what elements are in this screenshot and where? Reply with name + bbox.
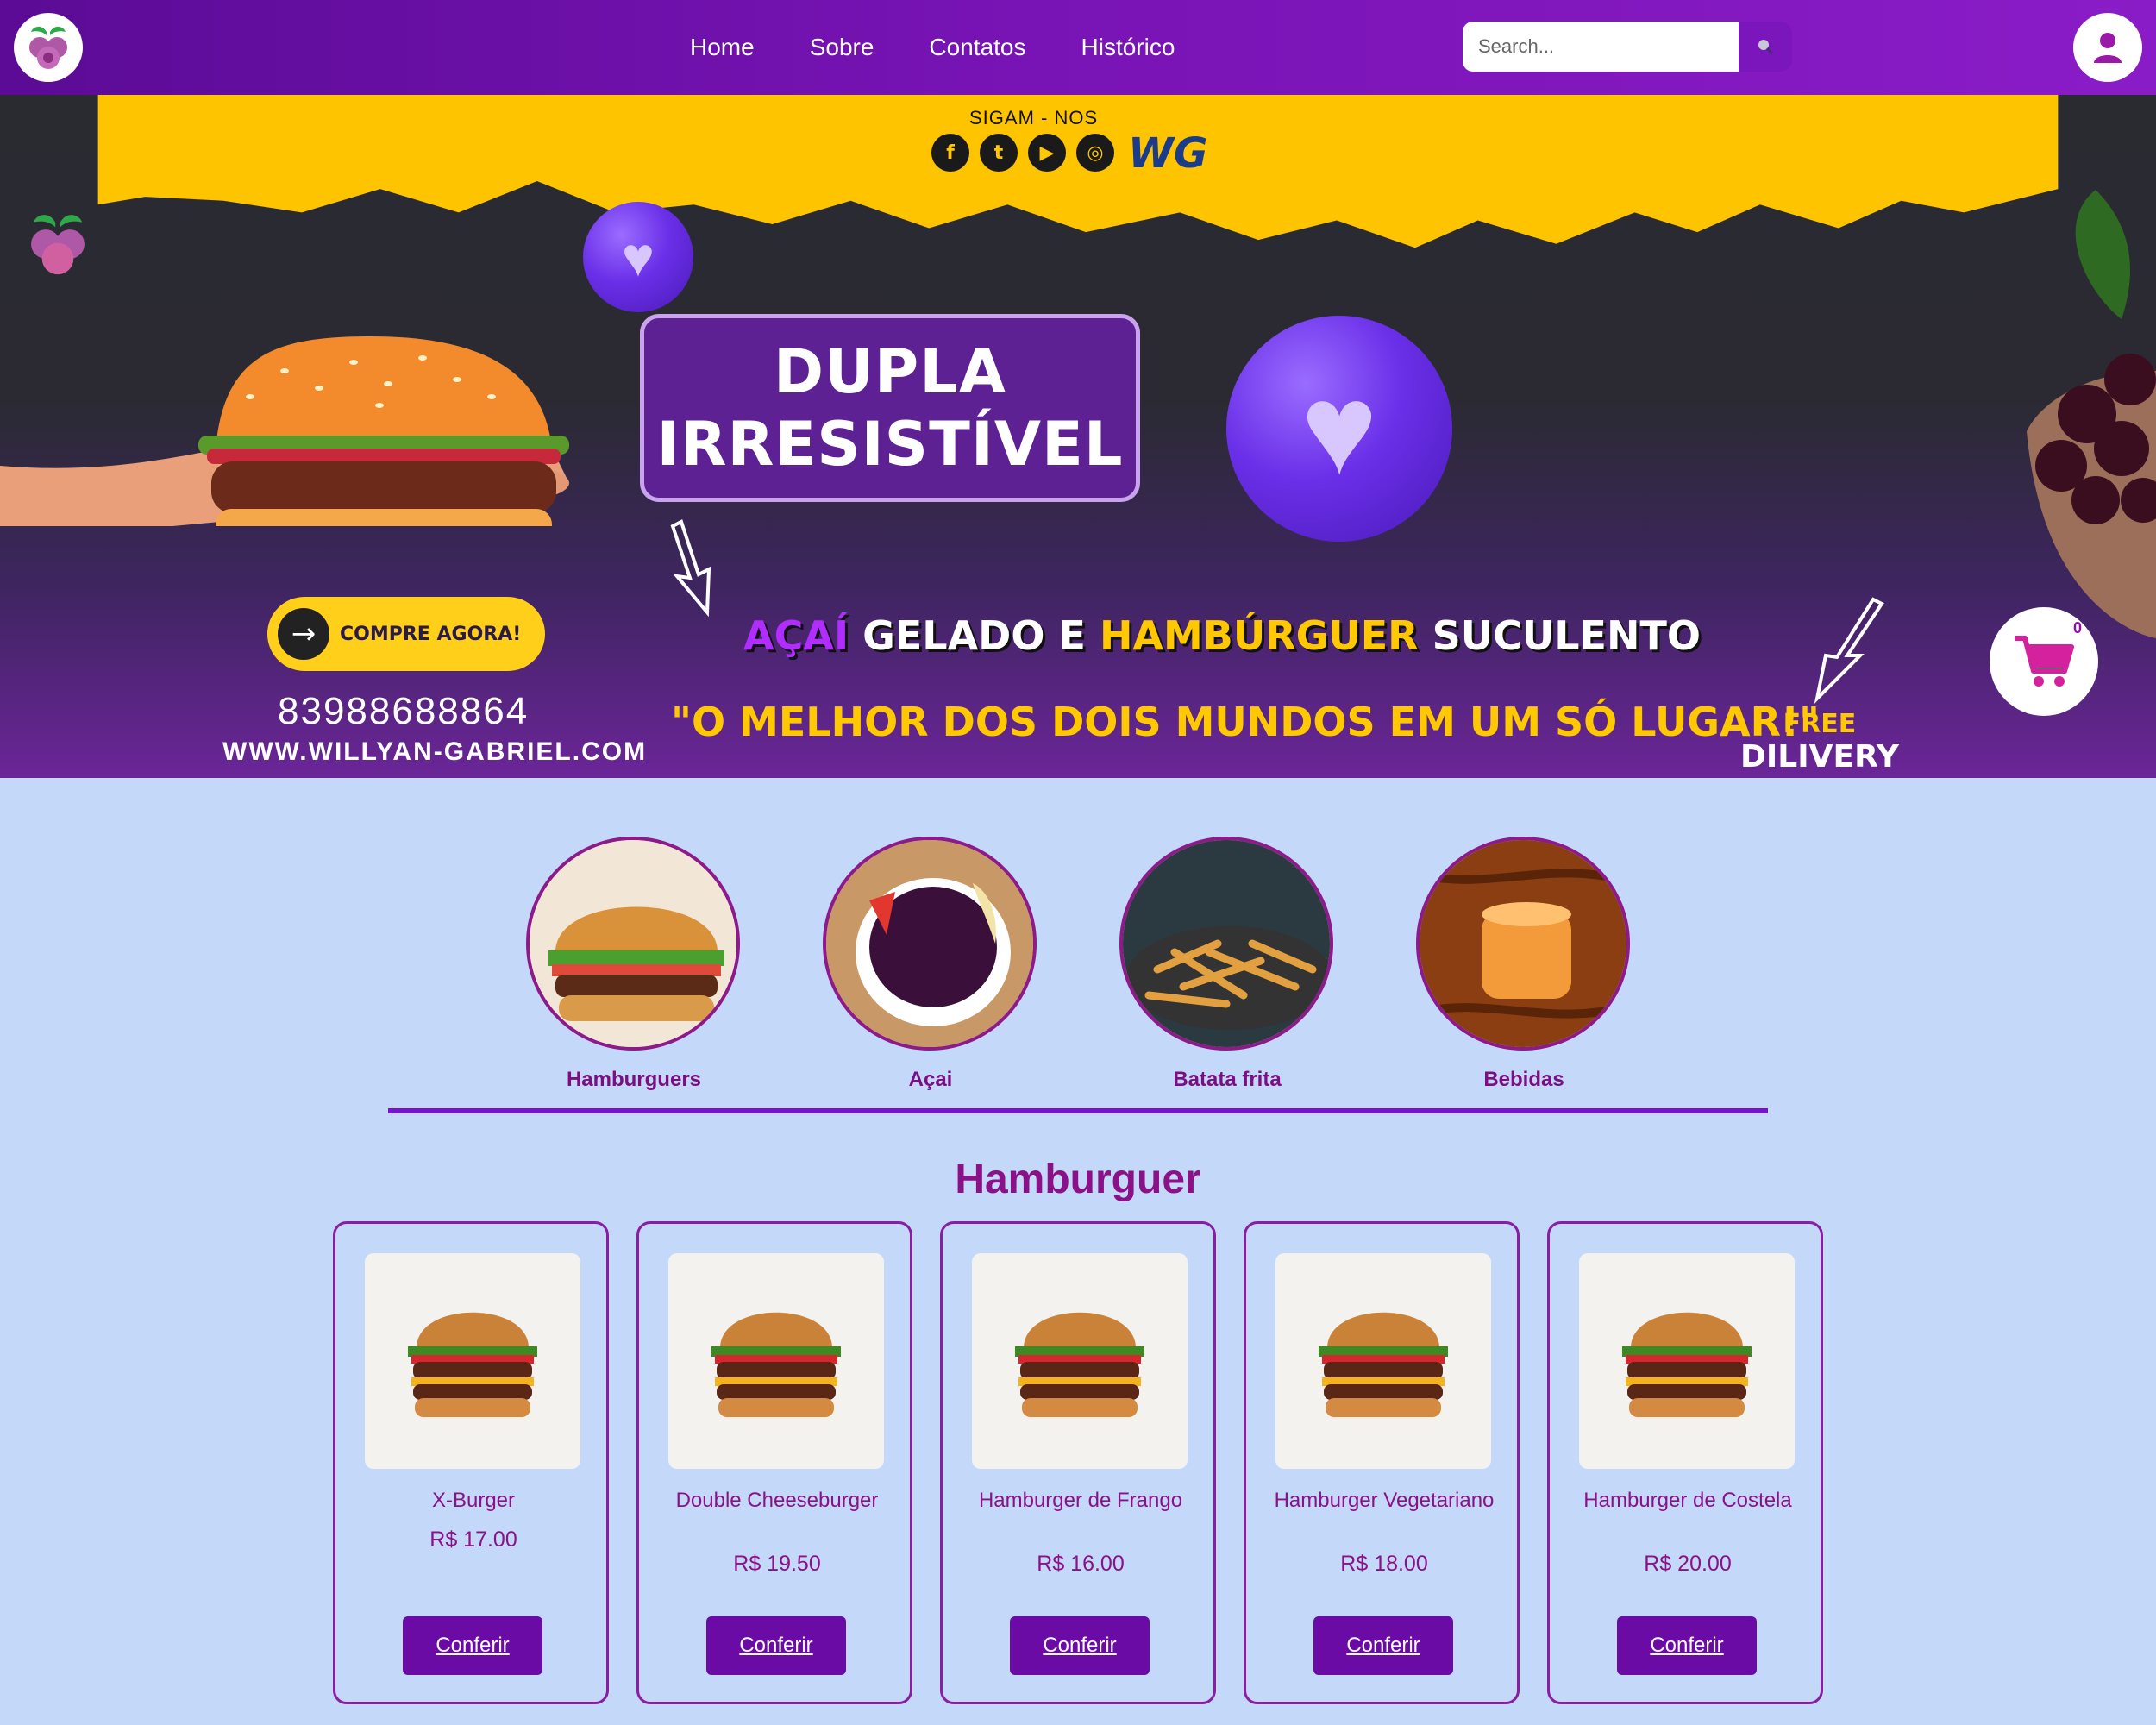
category-divider bbox=[388, 1108, 1768, 1113]
product-price: R$ 18.00 bbox=[1340, 1552, 1428, 1576]
category-acai[interactable]: Açai bbox=[823, 837, 1038, 1092]
tagline-suculento: SUCULENTO bbox=[1432, 612, 1701, 659]
product-card: Hamburger de Frango R$ 16.00 Conferir bbox=[940, 1221, 1216, 1704]
conferir-button[interactable]: Conferir bbox=[403, 1616, 542, 1675]
user-profile-button[interactable] bbox=[2073, 13, 2142, 82]
tagline-acai: AÇAÍ bbox=[743, 612, 849, 659]
product-price: R$ 16.00 bbox=[1037, 1552, 1125, 1576]
conferir-button[interactable]: Conferir bbox=[1617, 1616, 1757, 1675]
sesame-seeds-decoration bbox=[246, 355, 496, 408]
product-image bbox=[365, 1253, 580, 1469]
arrow-down-left-icon bbox=[1814, 597, 1884, 705]
product-price: R$ 20.00 bbox=[1644, 1552, 1732, 1576]
banner-title-line1: DUPLA bbox=[773, 336, 1007, 407]
main-nav: Home Sobre Contatos Histórico bbox=[690, 0, 1230, 95]
cart-button[interactable] bbox=[1990, 607, 2098, 716]
product-name: Hamburger Vegetariano bbox=[1274, 1489, 1495, 1512]
product-card: Double Cheeseburger R$ 19.50 Conferir bbox=[636, 1221, 912, 1704]
promo-banner: SIGAM - NOS f t ▶ ◎ WG ♥ ♥ DUPLA IRRESIS… bbox=[0, 95, 2156, 778]
category-batata-frita[interactable]: Batata frita bbox=[1119, 837, 1335, 1092]
search-button[interactable] bbox=[1739, 22, 1792, 72]
product-price: R$ 17.00 bbox=[429, 1527, 517, 1552]
category-image bbox=[1416, 837, 1630, 1051]
search-icon bbox=[1758, 40, 1774, 55]
search-input[interactable] bbox=[1463, 22, 1739, 72]
conferir-button[interactable]: Conferir bbox=[706, 1616, 846, 1675]
youtube-icon[interactable]: ▶ bbox=[1028, 134, 1066, 172]
user-icon bbox=[2094, 33, 2122, 63]
brand-mark: WG bbox=[1128, 129, 1208, 178]
product-card: Hamburger Vegetariano R$ 18.00 Conferir bbox=[1244, 1221, 1520, 1704]
section-title: Hamburguer bbox=[955, 1157, 1201, 1202]
buy-now-button[interactable]: → COMPRE AGORA! bbox=[267, 597, 545, 671]
website-url[interactable]: WWW.WILLYAN-GABRIEL.COM bbox=[222, 737, 647, 767]
free-delivery-label: FREE DILIVERY bbox=[1740, 709, 1899, 775]
contact-phone: 83988688864 bbox=[278, 690, 530, 732]
nav-home[interactable]: Home bbox=[690, 34, 755, 61]
arrow-right-icon: → bbox=[278, 608, 329, 660]
product-card: Hamburger de Costela R$ 20.00 Conferir bbox=[1547, 1221, 1823, 1704]
category-label: Batata frita bbox=[1173, 1068, 1282, 1091]
tagline-hamburguer: HAMBÚRGUER bbox=[1099, 612, 1419, 659]
conferir-button[interactable]: Conferir bbox=[1010, 1616, 1150, 1675]
heart-bubble-large-icon: ♥ bbox=[1226, 316, 1452, 542]
product-price: R$ 19.50 bbox=[733, 1552, 821, 1576]
delivery-label: DILIVERY bbox=[1740, 739, 1899, 775]
product-image bbox=[668, 1253, 884, 1469]
conferir-button[interactable]: Conferir bbox=[1313, 1616, 1453, 1675]
social-links: f t ▶ ◎ bbox=[931, 134, 1114, 172]
facebook-icon[interactable]: f bbox=[931, 134, 969, 172]
category-label: Hamburguers bbox=[566, 1068, 702, 1091]
category-label: Bebidas bbox=[1483, 1068, 1564, 1091]
instagram-icon[interactable]: ◎ bbox=[1076, 134, 1114, 172]
category-image bbox=[526, 837, 740, 1051]
category-image bbox=[823, 837, 1037, 1051]
buy-now-label: COMPRE AGORA! bbox=[340, 623, 522, 645]
category-label: Açai bbox=[908, 1068, 953, 1091]
banner-tagline: AÇAÍ GELADO E HAMBÚRGUER SUCULENTO bbox=[743, 612, 1701, 659]
twitter-icon[interactable]: t bbox=[980, 134, 1018, 172]
product-name: X-Burger bbox=[431, 1489, 516, 1512]
product-image bbox=[1579, 1253, 1795, 1469]
nav-sobre[interactable]: Sobre bbox=[810, 34, 874, 61]
top-navbar: Home Sobre Contatos Histórico bbox=[0, 0, 2156, 95]
nav-contatos[interactable]: Contatos bbox=[929, 34, 1025, 61]
arrow-down-right-icon bbox=[670, 519, 711, 618]
banner-title-line2: IRRESISTÍVEL bbox=[656, 409, 1124, 480]
product-name: Hamburger de Frango bbox=[978, 1489, 1183, 1512]
product-card: X-Burger R$ 17.00 Conferir bbox=[333, 1221, 609, 1704]
cart-icon bbox=[2015, 636, 2074, 687]
product-image bbox=[972, 1253, 1188, 1469]
category-bebidas[interactable]: Bebidas bbox=[1416, 837, 1632, 1092]
product-image bbox=[1275, 1253, 1491, 1469]
product-name: Double Cheeseburger bbox=[675, 1489, 879, 1512]
nav-historico[interactable]: Histórico bbox=[1081, 34, 1175, 61]
category-hamburguers[interactable]: Hamburguers bbox=[526, 837, 742, 1092]
category-image bbox=[1119, 837, 1333, 1051]
tagline-gelado: GELADO E bbox=[862, 612, 1086, 659]
follow-us-label: SIGAM - NOS bbox=[969, 107, 1099, 129]
cart-count-badge: 0 bbox=[2073, 619, 2083, 637]
acai-bowl-illustration bbox=[2027, 190, 2156, 638]
product-name: Hamburger de Costela bbox=[1583, 1489, 1792, 1512]
heart-bubble-small-icon: ♥ bbox=[583, 202, 693, 312]
category-strip: Hamburguers Açai Batata frita Bebidas bbox=[0, 837, 2156, 1095]
free-label: FREE bbox=[1783, 709, 1857, 739]
banner-title-box: DUPLA IRRESISTÍVEL bbox=[640, 314, 1140, 502]
banner-quote: "O MELHOR DOS DOIS MUNDOS EM UM SÓ LUGAR… bbox=[671, 699, 1821, 745]
acai-berry-logo-icon[interactable] bbox=[14, 13, 83, 82]
